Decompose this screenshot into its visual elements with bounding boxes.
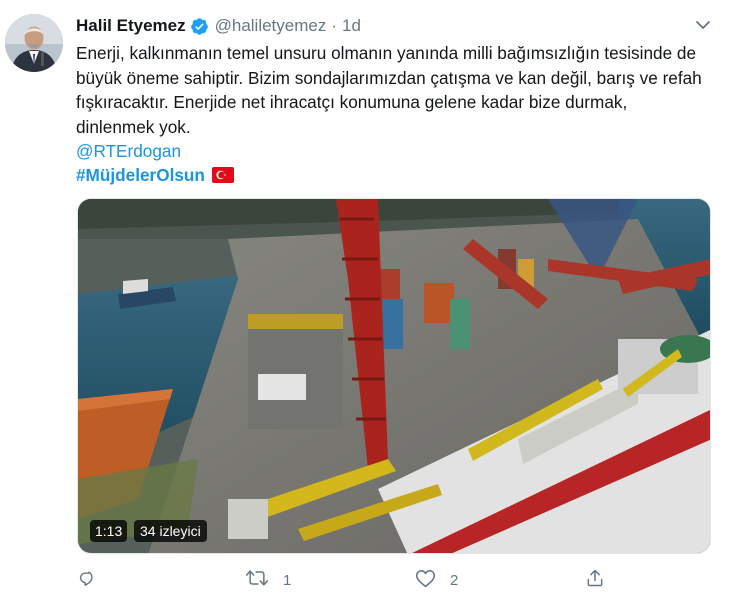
retweet-button[interactable]: 1 xyxy=(245,567,291,593)
video-view-count: 34 izleyici xyxy=(134,520,207,542)
author-handle[interactable]: @haliletyemez xyxy=(215,16,327,36)
like-button[interactable]: 2 xyxy=(415,567,458,593)
share-icon xyxy=(585,568,605,593)
verified-badge-icon xyxy=(190,17,209,36)
hashtag-link[interactable]: #MüjdelerOlsun xyxy=(76,165,205,186)
share-button[interactable] xyxy=(585,567,605,593)
tweet-header: Halil Etyemez @haliletyemez · 1d xyxy=(76,15,361,37)
tweet[interactable]: Halil Etyemez @haliletyemez · 1d Enerji,… xyxy=(0,0,738,609)
author-name[interactable]: Halil Etyemez xyxy=(76,16,186,36)
video-thumbnail xyxy=(78,199,710,553)
hashtag-row: #MüjdelerOlsun xyxy=(76,163,234,187)
video-player[interactable] xyxy=(77,198,711,554)
retweet-count: 1 xyxy=(283,571,292,589)
chevron-down-icon xyxy=(695,17,711,38)
reply-icon xyxy=(77,568,97,593)
mention-link[interactable]: @RTErdogan xyxy=(76,139,181,163)
heart-icon xyxy=(415,568,436,593)
more-options-button[interactable] xyxy=(690,14,716,40)
avatar[interactable] xyxy=(5,14,63,72)
like-count: 2 xyxy=(450,571,459,589)
turkey-flag-icon xyxy=(211,167,234,183)
tweet-timestamp[interactable]: 1d xyxy=(342,16,361,36)
separator-dot: · xyxy=(331,16,338,35)
tweet-text: Enerji, kalkınmanın temel unsuru olmanın… xyxy=(76,43,702,137)
video-duration: 1:13 xyxy=(90,520,128,542)
retweet-icon xyxy=(245,568,269,593)
reply-button[interactable] xyxy=(77,567,111,593)
